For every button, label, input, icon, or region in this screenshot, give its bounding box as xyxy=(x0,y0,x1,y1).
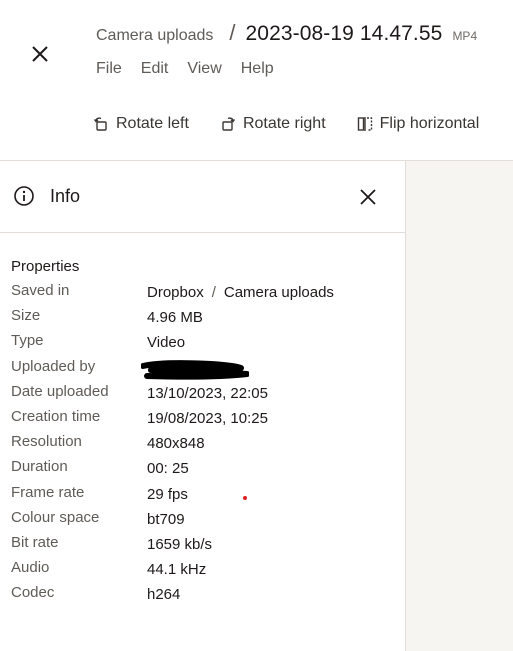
property-row-type: Type Video xyxy=(11,332,401,357)
path-link-camera-uploads[interactable]: Camera uploads xyxy=(224,284,334,301)
breadcrumb-separator: / xyxy=(229,20,236,45)
property-key: Size xyxy=(11,307,41,325)
close-icon xyxy=(360,189,376,205)
flip-horizontal-icon xyxy=(356,115,374,133)
breadcrumb-folder-link[interactable]: Camera uploads xyxy=(96,27,213,45)
property-key: Creation time xyxy=(11,407,101,425)
property-value: 4.96 MB xyxy=(147,309,203,327)
property-row-size: Size 4.96 MB xyxy=(11,307,401,332)
rotate-left-icon xyxy=(92,115,110,133)
flip-horizontal-label: Flip horizontal xyxy=(379,115,480,132)
flip-horizontal-button[interactable]: Flip horizontal xyxy=(356,115,480,133)
rotate-right-label: Rotate right xyxy=(242,115,326,132)
property-row-frame-rate: Frame rate 29 fps xyxy=(11,484,401,509)
property-key: Saved in xyxy=(11,282,70,299)
info-panel-title: Info xyxy=(50,186,81,206)
properties-heading: Properties xyxy=(11,258,80,275)
toolbar: Rotate left Rotate right Flip horizontal xyxy=(92,115,509,133)
file-extension-badge: MP4 xyxy=(452,29,478,43)
property-key: Date uploaded xyxy=(11,382,109,400)
property-value: 13/10/2023, 22:05 xyxy=(147,384,268,402)
property-value: 29 fps xyxy=(147,485,188,503)
property-value: h264 xyxy=(147,586,181,604)
menu-help[interactable]: Help xyxy=(241,60,274,78)
property-value: 00: 25 xyxy=(147,460,189,478)
property-value: bt709 xyxy=(147,510,185,528)
property-key: Resolution xyxy=(11,433,82,451)
property-row-date-uploaded: Date uploaded 13/10/2023, 22:05 xyxy=(11,383,401,408)
properties-list: Saved in Dropbox / Camera uploads Size 4.9… xyxy=(11,282,401,609)
property-row-resolution: Resolution 480x848 xyxy=(11,433,401,458)
property-row-audio: Audio 44.1 kHz xyxy=(11,559,401,584)
path-separator: / xyxy=(211,284,216,301)
property-value: 1659 kb/s xyxy=(147,535,213,553)
property-key: Uploaded by xyxy=(11,357,96,375)
close-icon xyxy=(32,46,48,62)
property-key: Codec xyxy=(11,584,55,602)
property-value: 44.1 kHz xyxy=(147,561,207,579)
menu-file[interactable]: File xyxy=(96,60,122,78)
info-icon xyxy=(14,186,34,206)
info-panel: Info Properties Saved in Dropbox / Camera … xyxy=(0,161,405,651)
menu-bar: File Edit View Help xyxy=(96,60,293,78)
property-key: Colour space xyxy=(11,508,100,526)
rotate-left-button[interactable]: Rotate left xyxy=(92,115,189,133)
menu-view[interactable]: View xyxy=(187,60,221,78)
property-row-saved-in: Saved in Dropbox / Camera uploads xyxy=(11,282,401,307)
property-value: 19/08/2023, 10:25 xyxy=(147,409,268,427)
rotate-left-label: Rotate left xyxy=(116,115,189,132)
rotate-right-button[interactable]: Rotate right xyxy=(219,115,326,133)
property-row-bit-rate: Bit rate 1659 kb/s xyxy=(11,534,401,559)
property-value: Video xyxy=(147,334,186,352)
menu-edit[interactable]: Edit xyxy=(141,60,169,78)
property-row-colour-space: Colour space bt709 xyxy=(11,509,401,534)
property-row-duration: Duration 00: 25 xyxy=(11,458,401,483)
property-key: Audio xyxy=(11,559,50,577)
property-key: Type xyxy=(11,332,44,350)
info-panel-header: Info xyxy=(0,161,405,233)
property-key: Bit rate xyxy=(11,533,59,551)
saved-in-path: Dropbox / Camera uploads xyxy=(147,284,334,301)
close-viewer-button[interactable] xyxy=(26,40,54,68)
file-name: 2023-08-19 14.47.55 xyxy=(245,22,443,45)
preview-pane xyxy=(405,161,513,651)
breadcrumb: Camera uploads / 2023-08-19 14.47.55 MP4 xyxy=(96,20,477,46)
property-row-creation-time: Creation time 19/08/2023, 10:25 xyxy=(11,408,401,433)
property-value: 480x848 xyxy=(147,435,205,453)
viewer-header: Camera uploads / 2023-08-19 14.47.55 MP4… xyxy=(0,0,513,160)
rotate-right-icon xyxy=(219,115,237,133)
redaction-scribble xyxy=(141,360,249,380)
property-key: Frame rate xyxy=(11,483,85,501)
property-key: Duration xyxy=(11,458,68,476)
property-row-codec: Codec h264 xyxy=(11,584,401,609)
close-info-panel-button[interactable] xyxy=(356,185,380,209)
red-dot xyxy=(243,496,247,500)
path-link-dropbox[interactable]: Dropbox xyxy=(147,284,204,301)
